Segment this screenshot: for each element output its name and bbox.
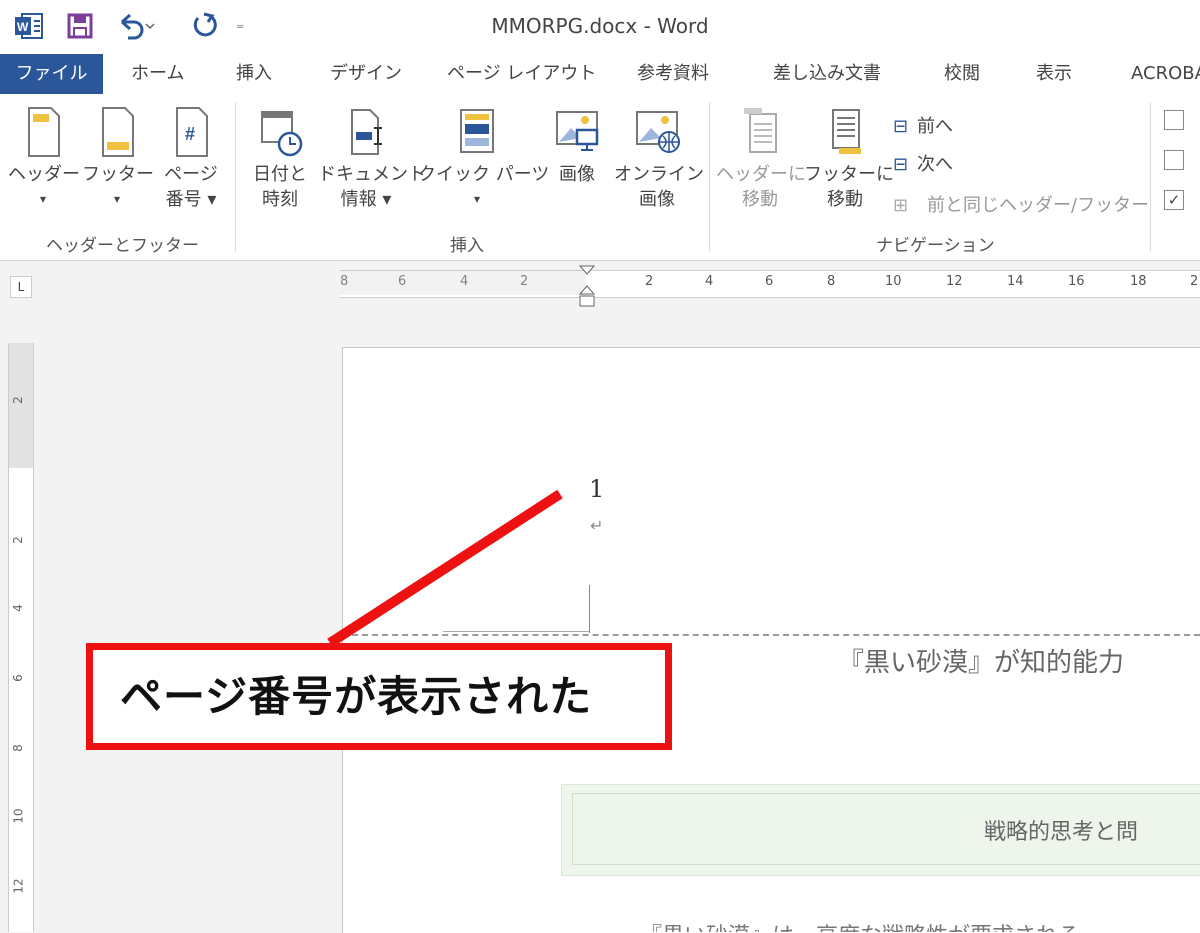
callout-pointer [327,489,563,648]
callout-text: ページ番号が表示された [120,672,593,721]
